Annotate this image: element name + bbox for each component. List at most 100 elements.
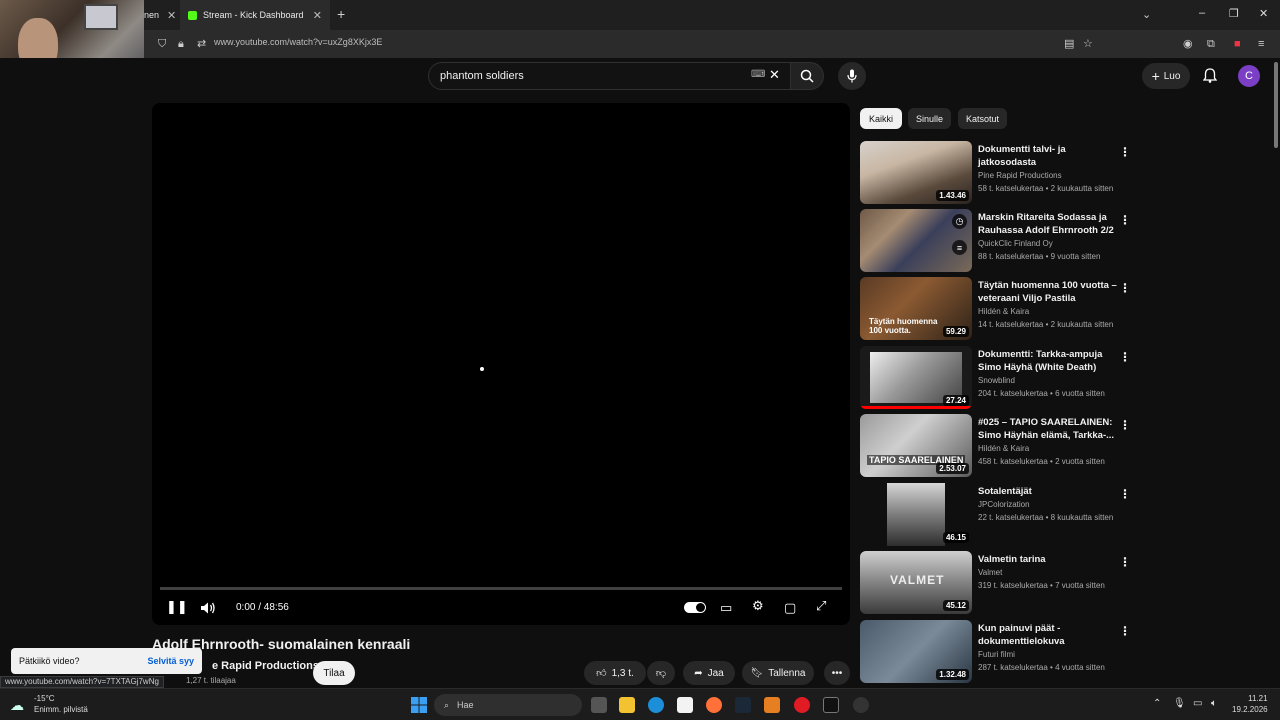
- video-thumbnail[interactable]: TAPIO SAARELAINEN 2.53.07: [860, 414, 972, 477]
- video-thumbnail[interactable]: Täytän huomenna 100 vuotta. 59.29: [860, 277, 972, 340]
- file-explorer-icon[interactable]: [619, 697, 635, 713]
- channel-name[interactable]: e Rapid Productions: [212, 660, 319, 672]
- bookmark-star-icon[interactable]: ☆: [1083, 37, 1093, 51]
- add-to-queue-icon[interactable]: ≡: [952, 240, 967, 255]
- video-title-link[interactable]: #025 – TAPIO SAARELAINEN: Simo Häyhän el…: [978, 416, 1118, 442]
- app-icon[interactable]: [853, 697, 869, 713]
- menu-icon[interactable]: ≡: [1258, 37, 1264, 51]
- shield-icon[interactable]: ⛉: [158, 37, 166, 51]
- like-button[interactable]: 👍︎ 1,3 t.: [584, 661, 646, 685]
- edge-icon[interactable]: [648, 697, 664, 713]
- video-thumbnail[interactable]: 1.32.48: [860, 620, 972, 683]
- weather-icon[interactable]: ☁: [10, 697, 24, 714]
- window-close-button[interactable]: ✕: [1259, 7, 1268, 20]
- vlc-icon[interactable]: [764, 697, 780, 713]
- permissions-icon[interactable]: ⇄: [197, 37, 206, 51]
- taskbar-search[interactable]: ⌕ Hae: [434, 694, 582, 716]
- more-actions-button[interactable]: •••: [824, 661, 850, 685]
- chevron-up-icon[interactable]: ⌃: [1153, 698, 1161, 709]
- subscribe-button[interactable]: Tilaa: [313, 661, 355, 685]
- popup-action-link[interactable]: Selvitä syy: [147, 656, 194, 666]
- bell-icon[interactable]: [1203, 68, 1217, 83]
- channel-link[interactable]: Pine Rapid Productions: [978, 171, 1062, 180]
- video-thumbnail[interactable]: 27.24: [860, 346, 972, 409]
- obs-icon[interactable]: [823, 697, 839, 713]
- list-item[interactable]: Täytän huomenna 100 vuotta. 59.29 Täytän…: [860, 277, 1134, 341]
- keyboard-icon[interactable]: ⌨: [751, 69, 765, 80]
- more-vert-icon[interactable]: ⋮: [1119, 418, 1131, 432]
- new-tab-button[interactable]: +: [337, 7, 345, 21]
- autoplay-toggle[interactable]: [684, 602, 706, 613]
- channel-link[interactable]: Valmet: [978, 568, 1002, 577]
- search-input[interactable]: phantom soldiers: [440, 70, 524, 82]
- video-title-link[interactable]: Marskin Ritareita Sodassa ja Rauhassa Ad…: [978, 211, 1118, 237]
- browser-tab-partial[interactable]: nen ✕: [144, 0, 180, 30]
- subtitles-icon[interactable]: ▭: [720, 600, 732, 616]
- maximize-button[interactable]: ❐: [1229, 7, 1239, 20]
- opera-icon[interactable]: [794, 697, 810, 713]
- store-icon[interactable]: [677, 697, 693, 713]
- channel-link[interactable]: Snowblind: [978, 376, 1015, 385]
- network-icon[interactable]: ▭: [1193, 698, 1202, 709]
- video-thumbnail[interactable]: 46.15: [860, 483, 972, 546]
- channel-link[interactable]: Hildén & Kaira: [978, 444, 1029, 453]
- chevron-down-icon[interactable]: ⌄: [1142, 8, 1151, 22]
- speaker-icon[interactable]: 🔈︎: [1211, 698, 1217, 709]
- more-vert-icon[interactable]: ⋮: [1119, 555, 1131, 569]
- lock-icon[interactable]: 🔒︎: [178, 37, 184, 51]
- more-vert-icon[interactable]: ⋮: [1119, 487, 1131, 501]
- scrollbar-thumb[interactable]: [1274, 62, 1278, 148]
- list-item[interactable]: VALMET 45.12 Valmetin tarina Valmet 319 …: [860, 551, 1134, 615]
- channel-link[interactable]: Futuri filmi: [978, 650, 1015, 659]
- microphone-tray-icon[interactable]: 🎙︎: [1173, 698, 1186, 709]
- volume-icon[interactable]: [200, 601, 216, 615]
- video-title-link[interactable]: Dokumentti talvi- ja jatkosodasta: [978, 143, 1118, 169]
- channel-link[interactable]: QuickClic Finland Oy: [978, 239, 1053, 248]
- search-button[interactable]: [790, 62, 824, 90]
- video-thumbnail[interactable]: 1.43.46: [860, 141, 972, 204]
- progress-bar[interactable]: [160, 587, 842, 590]
- clear-search-icon[interactable]: ✕: [769, 67, 780, 83]
- list-item[interactable]: 27.24 Dokumentti: Tarkka-ampuja Simo Häy…: [860, 346, 1134, 410]
- system-clock[interactable]: 11.21 19.2.2026: [1232, 693, 1268, 715]
- more-vert-icon[interactable]: ⋮: [1119, 281, 1131, 295]
- list-item[interactable]: 1.32.48 Kun painuvi päät - dokumenttielo…: [860, 620, 1134, 684]
- search-box[interactable]: phantom soldiers ⌨ ✕: [428, 62, 791, 90]
- task-view-icon[interactable]: [591, 697, 607, 713]
- list-item[interactable]: ◷ ≡ Marskin Ritareita Sodassa ja Rauhass…: [860, 209, 1134, 273]
- url-field[interactable]: www.youtube.com/watch?v=uxZg8XKjx3E: [214, 37, 382, 47]
- minimize-button[interactable]: –: [1199, 7, 1205, 19]
- video-player[interactable]: ❚❚ 0:00 / 48:56 ▭ ⚙ ▢ ⤢: [152, 103, 850, 625]
- firefox-icon[interactable]: [706, 697, 722, 713]
- list-item[interactable]: 46.15 Sotalentäjät JPColorization 22 t. …: [860, 483, 1134, 547]
- chip-watched[interactable]: Katsotut: [958, 108, 1007, 129]
- channel-link[interactable]: Hildén & Kaira: [978, 307, 1029, 316]
- chip-all[interactable]: Kaikki: [860, 108, 902, 129]
- gear-icon[interactable]: ⚙: [752, 598, 764, 614]
- chip-for-you[interactable]: Sinulle: [908, 108, 951, 129]
- watch-later-icon[interactable]: ◷: [952, 214, 967, 229]
- voice-search-button[interactable]: [838, 62, 866, 90]
- extension-icon[interactable]: ■: [1234, 37, 1241, 51]
- video-title-link[interactable]: Dokumentti: Tarkka-ampuja Simo Häyhä (Wh…: [978, 348, 1118, 374]
- share-button[interactable]: ➦ Jaa: [683, 661, 735, 685]
- browser-tab-kick[interactable]: Stream - Kick Dashboard ✕: [180, 0, 330, 30]
- more-vert-icon[interactable]: ⋮: [1119, 350, 1131, 364]
- channel-link[interactable]: JPColorization: [978, 500, 1030, 509]
- avatar[interactable]: C: [1238, 65, 1260, 87]
- dislike-button[interactable]: 👎︎: [647, 661, 675, 685]
- reader-view-icon[interactable]: ▤: [1064, 37, 1074, 51]
- video-title-link[interactable]: Sotalentäjät: [978, 485, 1118, 498]
- more-vert-icon[interactable]: ⋮: [1119, 145, 1131, 159]
- extensions-icon[interactable]: ⧉: [1207, 37, 1215, 51]
- video-title-link[interactable]: Täytän huomenna 100 vuotta – veteraani V…: [978, 279, 1118, 305]
- video-thumbnail[interactable]: VALMET 45.12: [860, 551, 972, 614]
- create-button[interactable]: + Luo: [1142, 63, 1190, 89]
- video-title-link[interactable]: Valmetin tarina: [978, 553, 1118, 566]
- save-button[interactable]: 🔖︎ Tallenna: [742, 661, 814, 685]
- more-vert-icon[interactable]: ⋮: [1119, 213, 1131, 227]
- pause-button[interactable]: ❚❚: [166, 599, 188, 615]
- windows-start-icon[interactable]: [411, 697, 427, 713]
- list-item[interactable]: TAPIO SAARELAINEN 2.53.07 #025 – TAPIO S…: [860, 414, 1134, 478]
- close-icon[interactable]: ✕: [167, 9, 176, 22]
